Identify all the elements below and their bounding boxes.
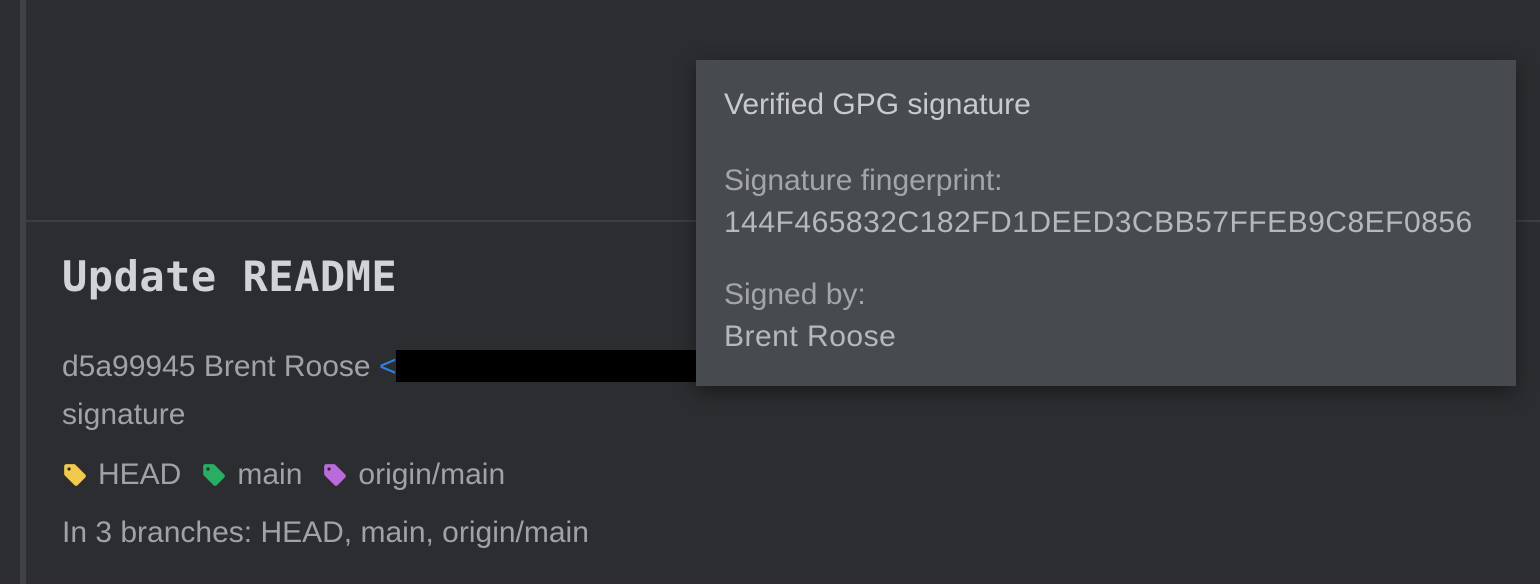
branches-summary: In 3 branches: HEAD, main, origin/main xyxy=(62,516,1504,550)
commit-author: Brent Roose xyxy=(204,350,371,383)
tooltip-title: Verified GPG signature xyxy=(724,84,1488,126)
tooltip-signedby-label: Signed by: xyxy=(724,274,1488,316)
ref-head[interactable]: HEAD xyxy=(98,458,181,492)
gpg-tooltip: Verified GPG signature Signature fingerp… xyxy=(696,60,1516,386)
tooltip-fingerprint-label: Signature fingerprint: xyxy=(724,160,1488,202)
tooltip-fingerprint-value: 144F465832C182FD1DEED3CBB57FFEB9C8EF0856 xyxy=(724,202,1488,244)
tag-icon-main xyxy=(201,462,227,488)
tag-icon-origin-main xyxy=(322,462,348,488)
ref-main[interactable]: main xyxy=(237,458,302,492)
email-open-bracket: < xyxy=(379,350,397,383)
refs-row: HEAD main origin/main xyxy=(62,458,1504,492)
commit-hash[interactable]: d5a99945 xyxy=(62,350,195,383)
ref-origin-main[interactable]: origin/main xyxy=(358,458,505,492)
tag-icon-head xyxy=(62,462,88,488)
tooltip-signedby-value: Brent Roose xyxy=(724,316,1488,358)
